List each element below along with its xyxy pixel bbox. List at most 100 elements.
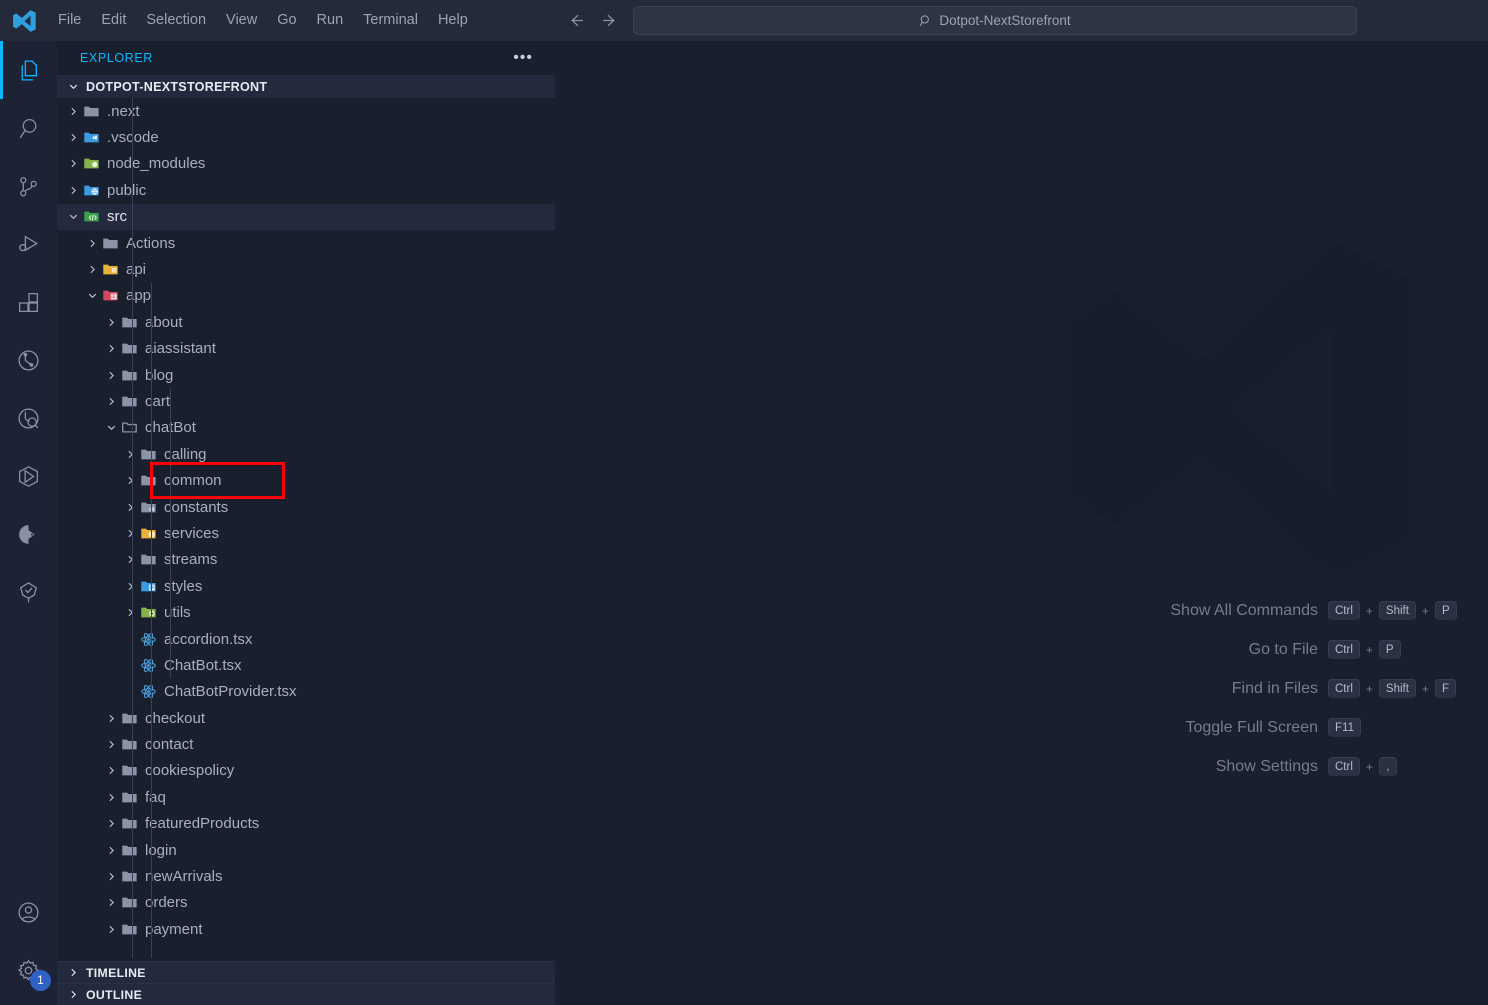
menu-item-run[interactable]: Run bbox=[307, 9, 354, 32]
arrow-left-icon[interactable] bbox=[565, 9, 587, 31]
chevron-right-icon[interactable] bbox=[122, 520, 139, 546]
chevron-right-icon[interactable] bbox=[103, 890, 120, 916]
tree-item-label: cookiespolicy bbox=[145, 762, 235, 780]
shortcut-label[interactable]: Show All Commands bbox=[1170, 602, 1318, 620]
tree-item-label: contact bbox=[145, 736, 194, 754]
search-icon bbox=[919, 14, 933, 28]
timeline-pane-label: TIMELINE bbox=[86, 965, 146, 980]
sidebar-item-search[interactable] bbox=[0, 99, 57, 157]
chevron-right-icon[interactable] bbox=[103, 336, 120, 362]
chevron-right-icon[interactable] bbox=[103, 388, 120, 414]
shortcut-label[interactable]: Find in Files bbox=[1232, 680, 1318, 698]
chevron-down-icon[interactable] bbox=[65, 204, 82, 230]
vscode-watermark-icon bbox=[1055, 226, 1425, 592]
chevron-right-icon[interactable] bbox=[122, 494, 139, 520]
menu-item-file[interactable]: File bbox=[48, 9, 91, 32]
ellipsis-icon[interactable]: ••• bbox=[513, 50, 533, 66]
tree-item-label: api bbox=[126, 261, 147, 279]
outline-pane-header[interactable]: OUTLINE bbox=[57, 983, 555, 1005]
sidebar-item-testing[interactable] bbox=[0, 331, 57, 389]
keyboard-key: , bbox=[1378, 757, 1397, 776]
chevron-right-icon[interactable] bbox=[122, 467, 139, 493]
chevron-right-icon[interactable] bbox=[103, 837, 120, 863]
chevron-right-icon[interactable] bbox=[65, 124, 82, 150]
chevron-right-icon[interactable] bbox=[122, 441, 139, 467]
menu-item-go[interactable]: Go bbox=[267, 9, 306, 32]
chevron-right-icon[interactable] bbox=[103, 362, 120, 388]
command-center-search[interactable]: Dotpot-NextStorefront bbox=[633, 6, 1357, 35]
chevron-right-icon[interactable] bbox=[65, 151, 82, 177]
chevron-right-icon[interactable] bbox=[103, 705, 120, 731]
page-title: EXPLORER bbox=[80, 51, 153, 65]
menu-item-edit[interactable]: Edit bbox=[91, 9, 136, 32]
chevron-right-icon[interactable] bbox=[103, 784, 120, 810]
sidebar-item-source-control[interactable] bbox=[0, 157, 57, 215]
sidebar-item-docker[interactable] bbox=[0, 447, 57, 505]
sidebar-item-extensions[interactable] bbox=[0, 273, 57, 331]
sidebar-item-azure[interactable] bbox=[0, 505, 57, 563]
sidebar-item-explorer[interactable] bbox=[0, 41, 57, 99]
chevron-right-icon[interactable] bbox=[84, 230, 101, 256]
tree-item-label: common bbox=[164, 472, 222, 490]
sidebar-item-dependency-tree[interactable] bbox=[0, 563, 57, 621]
folder-gray-icon bbox=[120, 784, 139, 810]
keyboard-key: P bbox=[1378, 640, 1401, 659]
tree-indent-guide bbox=[170, 388, 171, 678]
tree-item-label: ChatBotProvider.tsx bbox=[164, 683, 297, 701]
chevron-right-icon[interactable] bbox=[103, 916, 120, 942]
menu-item-help[interactable]: Help bbox=[428, 9, 478, 32]
chevron-right-icon[interactable] bbox=[122, 573, 139, 599]
arrow-right-icon[interactable] bbox=[598, 9, 620, 31]
explorer-root-folder[interactable]: DOTPOT-NEXTSTOREFRONT bbox=[57, 75, 555, 98]
tree-item-label: streams bbox=[164, 551, 218, 569]
timeline-pane-header[interactable]: TIMELINE bbox=[57, 961, 555, 983]
account-icon[interactable] bbox=[0, 883, 57, 941]
gear-icon[interactable]: 1 bbox=[0, 941, 57, 999]
folder-gray-icon bbox=[120, 837, 139, 863]
chevron-right-icon[interactable] bbox=[103, 309, 120, 335]
explorer-sidebar: EXPLORER ••• DOTPOT-NEXTSTOREFRONT .next… bbox=[57, 41, 555, 1005]
chevron-right-icon[interactable] bbox=[65, 98, 82, 124]
chevron-right-icon[interactable] bbox=[103, 758, 120, 784]
chevron-right-icon[interactable] bbox=[122, 547, 139, 573]
tree-item-label: app bbox=[126, 287, 152, 305]
chevron-right-icon[interactable] bbox=[65, 177, 82, 203]
sidebar-item-remote-explorer[interactable] bbox=[0, 389, 57, 447]
tree-item-label: cart bbox=[145, 392, 171, 410]
chevron-right-icon[interactable] bbox=[103, 731, 120, 757]
shortcut-row: Go to File Ctrl + P bbox=[955, 640, 1460, 659]
sidebar-item-run-and-debug[interactable] bbox=[0, 215, 57, 273]
menu-item-selection[interactable]: Selection bbox=[136, 9, 216, 32]
explorer-header: EXPLORER ••• bbox=[57, 41, 555, 75]
folder-gray-icon bbox=[101, 230, 120, 256]
folder-services-icon bbox=[139, 520, 158, 546]
tree-indent-guide bbox=[132, 98, 133, 958]
tree-item-label: ChatBot.tsx bbox=[164, 656, 242, 674]
explorer-root-label: DOTPOT-NEXTSTOREFRONT bbox=[86, 79, 268, 94]
shortcut-label[interactable]: Go to File bbox=[1249, 641, 1318, 659]
chevron-right-icon[interactable] bbox=[103, 811, 120, 837]
chevron-down-icon[interactable] bbox=[84, 283, 101, 309]
shortcut-row: Show All Commands Ctrl + Shift + P bbox=[955, 601, 1460, 620]
folder-src-icon bbox=[82, 204, 101, 230]
menu-item-terminal[interactable]: Terminal bbox=[353, 9, 428, 32]
tree-item-label: accordion.tsx bbox=[164, 630, 253, 648]
folder-gray-icon bbox=[120, 811, 139, 837]
activity-bar: 1 bbox=[0, 41, 57, 1005]
chevron-right-icon[interactable] bbox=[84, 256, 101, 282]
tree-item-label: .next bbox=[107, 102, 140, 120]
shortcut-keys: Ctrl +, bbox=[1328, 757, 1460, 776]
tree-item-label: newArrivals bbox=[145, 868, 223, 886]
menu-item-view[interactable]: View bbox=[216, 9, 267, 32]
chevron-right-icon[interactable] bbox=[103, 863, 120, 889]
react-icon bbox=[139, 652, 158, 678]
key-separator: + bbox=[1421, 681, 1429, 696]
tree-item-label: faq bbox=[145, 788, 166, 806]
chevron-right-icon[interactable] bbox=[122, 599, 139, 625]
tree-item-label: checkout bbox=[145, 709, 206, 727]
shortcut-label[interactable]: Toggle Full Screen bbox=[1185, 719, 1318, 737]
shortcut-label[interactable]: Show Settings bbox=[1216, 758, 1318, 776]
chevron-down-icon[interactable] bbox=[103, 415, 120, 441]
